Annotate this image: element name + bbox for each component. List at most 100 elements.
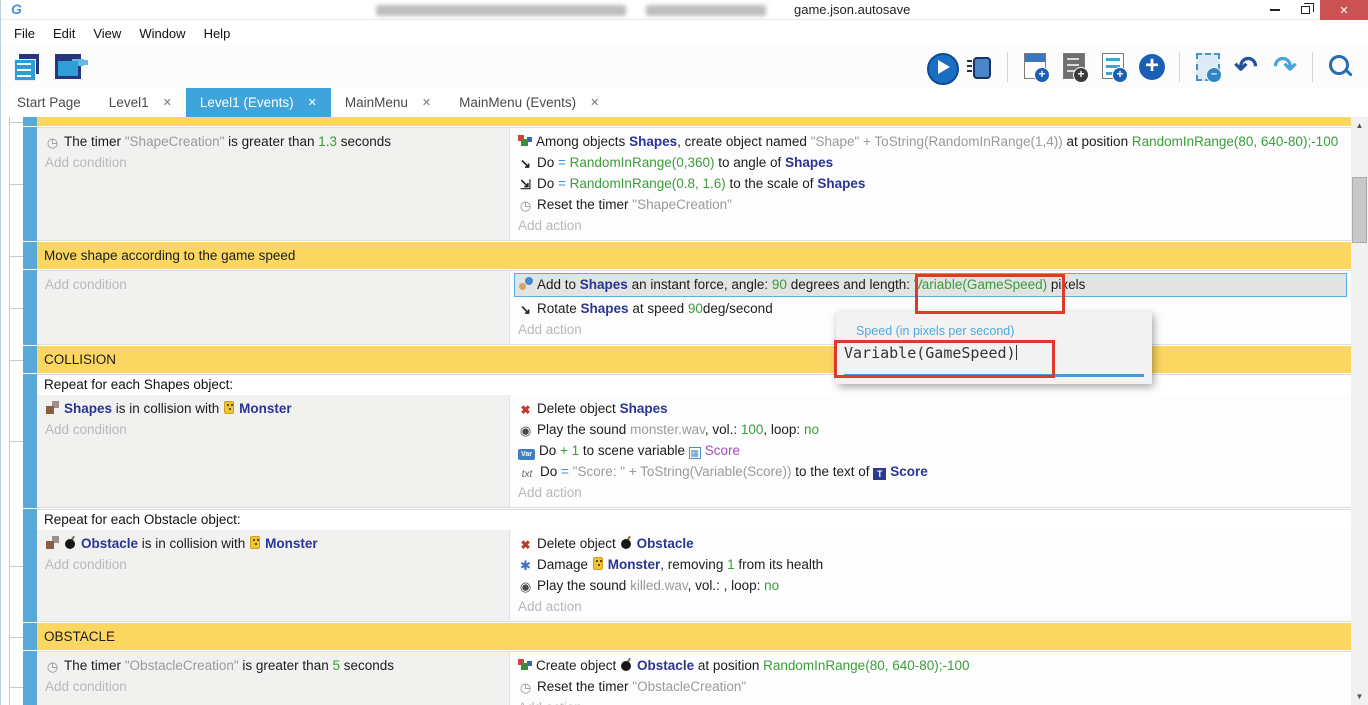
pages-icon[interactable]: [11, 51, 43, 83]
action-row[interactable]: ↘Do = RandomInRange(0,360) to angle of S…: [518, 152, 1343, 173]
action-row[interactable]: ◷Reset the timer "ShapeCreation": [518, 194, 1343, 215]
tab-close-icon[interactable]: ✕: [308, 96, 317, 109]
undo-icon[interactable]: ↶: [1230, 51, 1262, 83]
title-blurred-text: [376, 5, 766, 16]
action-row[interactable]: VarDo + 1 to scene variable ▦Score: [518, 440, 1343, 461]
title-bar: G game.json.autosave ✕: [1, 0, 1368, 20]
redo-icon[interactable]: ↷: [1269, 51, 1301, 83]
angle-icon: ↘: [518, 157, 533, 170]
text-segment: 1: [727, 557, 735, 572]
action-row[interactable]: Among objects Shapes, create object name…: [518, 131, 1343, 152]
action-row[interactable]: Create object Obstacle at position Rando…: [518, 655, 1343, 676]
text-segment: Shapes: [580, 277, 628, 292]
add-circle-icon[interactable]: [1136, 51, 1168, 83]
delete-event-icon[interactable]: [1191, 51, 1223, 83]
tab-level1-events-[interactable]: Level1 (Events)✕: [186, 88, 331, 117]
tab-close-icon[interactable]: ✕: [590, 96, 599, 109]
create-object-icon: [518, 134, 532, 147]
monster-icon: [223, 401, 235, 414]
add-action-link[interactable]: Add action: [518, 697, 1343, 705]
text-segment: Do: [540, 464, 561, 479]
annotation-rect-input: [834, 340, 1055, 378]
text-segment: , removing: [660, 557, 727, 572]
text-segment: 90: [688, 301, 703, 316]
tab-mainmenu-events-[interactable]: MainMenu (Events)✕: [445, 88, 613, 117]
text-segment: from its health: [735, 557, 824, 572]
text-segment: RandomInRange(0.8, 1.6): [570, 176, 726, 191]
text-segment: no: [804, 422, 819, 437]
obstacle-icon: [620, 536, 633, 549]
add-action-link[interactable]: Add action: [518, 482, 1343, 503]
comment-text[interactable]: Move shape according to the game speed: [37, 242, 1351, 269]
text-segment: seconds: [340, 658, 394, 673]
add-comment-icon[interactable]: [1097, 51, 1129, 83]
action-row[interactable]: ◷Reset the timer "ObstacleCreation": [518, 676, 1343, 697]
window-icon[interactable]: [51, 51, 83, 83]
restore-button[interactable]: [1290, 0, 1320, 20]
text-segment: Shapes: [785, 155, 833, 170]
debug-icon[interactable]: [964, 51, 996, 83]
variable-icon: Var: [518, 449, 535, 460]
add-condition-link[interactable]: Add condition: [45, 554, 501, 575]
annotation-rect-expression: [915, 274, 1065, 314]
action-row[interactable]: ◉Play the sound killed.wav, vol.: , loop…: [518, 575, 1343, 596]
action-row[interactable]: txtDo = "Score: " + ToString(Variable(Sc…: [518, 461, 1343, 482]
minimize-button[interactable]: [1260, 0, 1290, 20]
menu-help[interactable]: Help: [195, 24, 240, 43]
text-segment: Do: [537, 155, 558, 170]
text-icon: txt: [518, 468, 536, 481]
comment-text[interactable]: COLLISION: [37, 346, 1351, 373]
add-subevent-icon[interactable]: [1058, 51, 1090, 83]
condition-row[interactable]: ◷The timer "ShapeCreation" is greater th…: [45, 131, 501, 152]
text-segment: is in collision with: [112, 401, 223, 416]
text-segment: "ObstacleCreation": [632, 679, 746, 694]
text-segment: Obstacle: [637, 658, 694, 673]
vertical-scrollbar[interactable]: ▲ ▼: [1351, 117, 1368, 705]
menu-edit[interactable]: Edit: [44, 24, 84, 43]
play-icon[interactable]: [925, 51, 957, 83]
search-icon[interactable]: [1324, 51, 1356, 83]
add-condition-link[interactable]: Add condition: [45, 274, 501, 295]
add-condition-link[interactable]: Add condition: [45, 419, 501, 440]
comment-text[interactable]: OBSTACLE: [37, 623, 1351, 650]
tab-level1[interactable]: Level1✕: [95, 88, 186, 117]
action-row[interactable]: ⇲Do = RandomInRange(0.8, 1.6) to the sca…: [518, 173, 1343, 194]
add-condition-link[interactable]: Add condition: [45, 152, 501, 173]
menu-file[interactable]: File: [5, 24, 44, 43]
text-segment: to the scale of: [726, 176, 818, 191]
comment-block: Move shape according to the game speed: [23, 242, 1351, 269]
add-condition-link[interactable]: Add condition: [45, 676, 501, 697]
add-action-link[interactable]: Add action: [518, 215, 1343, 236]
tab-label: Start Page: [17, 95, 81, 110]
condition-row[interactable]: Obstacle is in collision with Monster: [45, 533, 501, 554]
tab-mainmenu[interactable]: MainMenu✕: [331, 88, 445, 117]
menu-window[interactable]: Window: [130, 24, 194, 43]
action-row[interactable]: ✖Delete object Shapes: [518, 398, 1343, 419]
text-segment: an instant force, angle:: [628, 277, 772, 292]
conditions-column: Obstacle is in collision with MonsterAdd…: [37, 530, 510, 621]
action-row[interactable]: ◉Play the sound monster.wav, vol.: 100, …: [518, 419, 1343, 440]
close-button[interactable]: ✕: [1320, 0, 1368, 20]
condition-row[interactable]: ◷The timer "ObstacleCreation" is greater…: [45, 655, 501, 676]
tab-start-page[interactable]: Start Page: [3, 88, 95, 117]
action-row[interactable]: ✱Damage Monster, removing 1 from its hea…: [518, 554, 1343, 575]
obstacle-icon: [64, 536, 77, 549]
scroll-up-icon[interactable]: ▲: [1351, 117, 1368, 134]
timer-icon: ◷: [45, 660, 60, 673]
tab-close-icon[interactable]: ✕: [422, 96, 431, 109]
add-action-link[interactable]: Add action: [518, 596, 1343, 617]
text-segment: Reset the timer: [537, 679, 632, 694]
text-segment: =: [558, 155, 570, 170]
add-event-icon[interactable]: [1019, 51, 1051, 83]
parameter-label: Speed (in pixels per second): [856, 324, 1014, 338]
condition-row[interactable]: Shapes is in collision with Monster: [45, 398, 501, 419]
action-row[interactable]: ✖Delete object Obstacle: [518, 533, 1343, 554]
menu-view[interactable]: View: [84, 24, 130, 43]
scroll-down-icon[interactable]: ▼: [1351, 688, 1368, 705]
text-segment: , vol.:: [688, 578, 724, 593]
tab-close-icon[interactable]: ✕: [163, 96, 172, 109]
event-block: ◷The timer "ObstacleCreation" is greater…: [23, 651, 1351, 705]
actions-column: ✖Delete object Shapes◉Play the sound mon…: [510, 395, 1351, 507]
text-segment: Damage: [537, 557, 592, 572]
scrollbar-thumb[interactable]: [1352, 177, 1367, 243]
